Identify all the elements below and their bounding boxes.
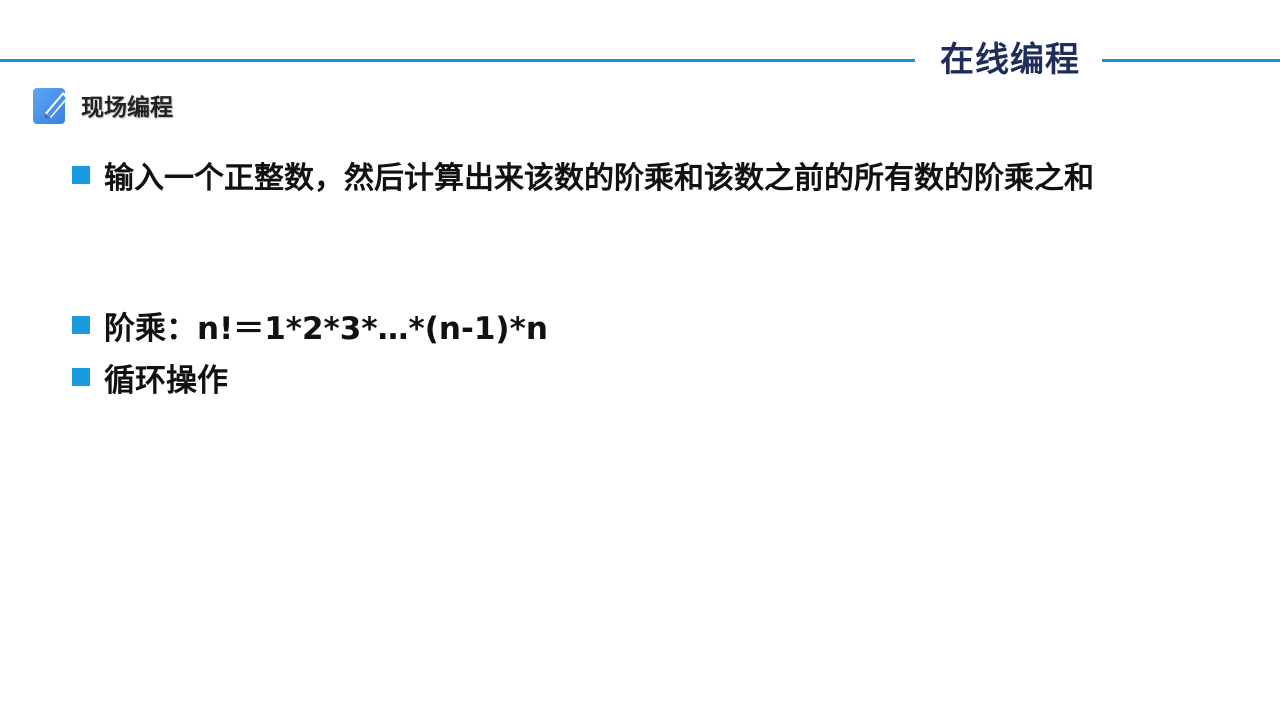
edit-pencil-icon (33, 88, 69, 124)
bullet-square-icon (72, 368, 90, 386)
section-heading: 现场编程 (32, 84, 173, 126)
bullet-text: 循环操作 (104, 362, 228, 399)
section-label: 现场编程 (81, 95, 173, 121)
list-item: 循环操作 (72, 355, 228, 399)
header-rule-left (0, 59, 915, 62)
header-rule-right (1102, 59, 1280, 62)
bullet-text: 输入一个正整数，然后计算出来该数的阶乘和该数之前的所有数的阶乘之和 (104, 161, 1094, 196)
list-item: 输入一个正整数，然后计算出来该数的阶乘和该数之前的所有数的阶乘之和 (72, 153, 1094, 197)
bullet-square-icon (72, 166, 90, 184)
bullet-text: 阶乘：n!＝1*2*3*…*(n-1)*n (104, 310, 548, 347)
bullet-square-icon (72, 316, 90, 334)
page-title: 在线编程 (940, 40, 1080, 80)
list-item: 阶乘：n!＝1*2*3*…*(n-1)*n (72, 303, 548, 347)
